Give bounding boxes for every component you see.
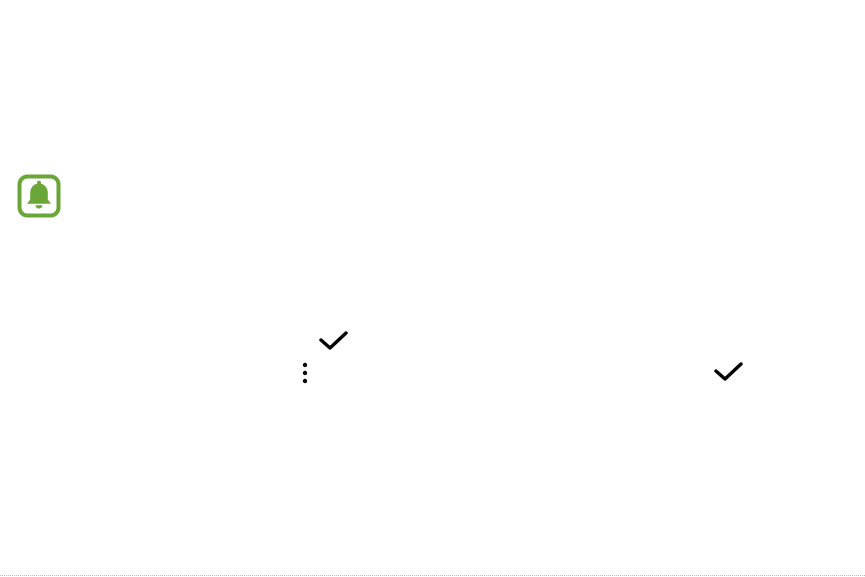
bell-notification-icon: [17, 174, 61, 218]
manual-page: { "page": { "background": "#ffffff", "ac…: [0, 0, 865, 577]
more-options-icon: [302, 362, 308, 384]
page-bottom-divider: [0, 575, 865, 576]
checkmark-icon: [319, 331, 348, 350]
checkmark-icon: [714, 362, 743, 381]
